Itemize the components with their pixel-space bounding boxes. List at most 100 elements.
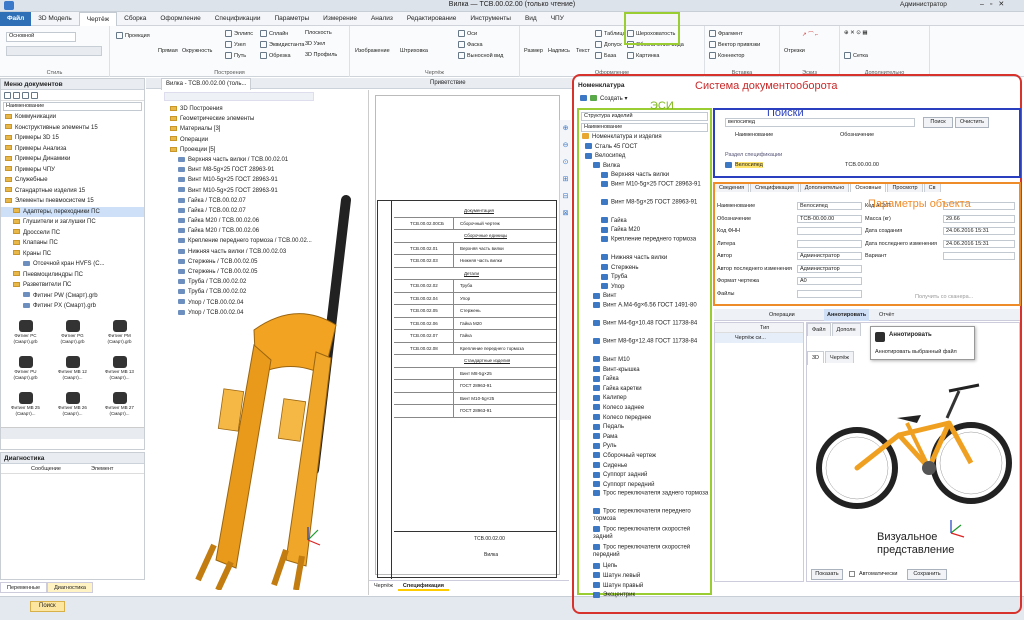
nomenclature-item[interactable]: Колесо переднее: [579, 414, 710, 424]
tab-drawing[interactable]: Чертёж: [369, 581, 398, 591]
fitting-item[interactable]: Фитинг MB 27 (Смарт)...: [97, 391, 142, 425]
docs-tree-item[interactable]: Коммуникации: [1, 112, 144, 123]
nomenclature-item[interactable]: Суппорт задний: [579, 471, 710, 481]
plane-tool[interactable]: Плоскость: [305, 30, 332, 36]
fitting-item[interactable]: Фитинг MB 13 (Смарт)...: [97, 355, 142, 389]
docs-tree-item[interactable]: Разветвители ПС: [1, 280, 144, 291]
menu-item[interactable]: 3D Модель: [31, 12, 78, 26]
property-value[interactable]: Администратор: [797, 264, 862, 273]
sketch-tools[interactable]: ↗ ⌒ ⌐: [802, 30, 818, 38]
spline-tool[interactable]: Сплайн: [260, 30, 288, 37]
structure-select[interactable]: Структура изделий: [581, 112, 708, 121]
docs-tree-item[interactable]: Конструктивные элементы 15: [1, 123, 144, 134]
path-tool[interactable]: Путь: [225, 52, 246, 59]
ellipse-tool[interactable]: Эллипс: [225, 30, 253, 37]
nomenclature-root[interactable]: Номенклатура и изделия: [579, 132, 710, 143]
docs-tree-item[interactable]: Примеры Анализа: [1, 144, 144, 155]
vector-tool[interactable]: Вектор привязки: [709, 41, 760, 48]
menu-item[interactable]: Спецификации: [208, 12, 268, 26]
nomenclature-item[interactable]: Винт М10-5g×25 ГОСТ 28963-91: [579, 180, 710, 199]
menu-item[interactable]: Инструменты: [463, 12, 518, 26]
docs-tree-item[interactable]: Примеры Динамики: [1, 154, 144, 165]
hatch-tool[interactable]: Штриховка: [400, 48, 428, 54]
property-value[interactable]: 29.66: [943, 214, 1015, 223]
profile3d-tool[interactable]: 3D Профиль: [305, 52, 337, 58]
menu-item[interactable]: Оформление: [153, 12, 207, 26]
property-value[interactable]: Велосипед: [797, 202, 862, 211]
fitting-item[interactable]: Фитинг MB 12 (Смарт)...: [50, 355, 95, 389]
fitting-item[interactable]: Фитинг MB 26 (Смарт)...: [50, 391, 95, 425]
bicycle-3d-view[interactable]: [809, 363, 1017, 559]
menu-item[interactable]: Файл: [0, 11, 32, 26]
nomenclature-item[interactable]: Руль: [579, 442, 710, 452]
show-button[interactable]: Показать: [811, 569, 843, 580]
nomenclature-item[interactable]: Шатун правый: [579, 581, 710, 592]
tab-extra[interactable]: Дополн: [831, 323, 861, 336]
nomenclature-item[interactable]: Сиденье: [579, 461, 710, 472]
docs-tree-item[interactable]: Пневмоцилиндры ПС: [1, 270, 144, 281]
grid-tool[interactable]: Сетка: [844, 52, 868, 59]
docs-tree-item[interactable]: Служебные: [1, 175, 144, 186]
image-tool[interactable]: Изображение: [355, 48, 390, 54]
drawing-view[interactable]: Документация ТСВ.00.02.00СБ Сборочный черт…: [368, 90, 571, 595]
style-tools[interactable]: [6, 46, 102, 56]
window-controls[interactable]: –▫✕: [980, 0, 1020, 8]
sections-tool[interactable]: Отрезки: [784, 48, 805, 54]
menu-item[interactable]: Измерение: [316, 12, 364, 26]
chamfer-tool[interactable]: Фаска: [458, 41, 483, 48]
doc-tab-welcome[interactable]: Приветствие: [426, 78, 470, 89]
docs-tree-item[interactable]: Примеры ЧПУ: [1, 165, 144, 176]
menu-item[interactable]: ЧПУ: [544, 12, 571, 26]
attachment-row[interactable]: Чертёж си...: [715, 333, 803, 343]
docs-tree-item[interactable]: Примеры 3D 15: [1, 133, 144, 144]
menu-item[interactable]: Чертёж: [78, 11, 118, 26]
nomenclature-item[interactable]: Нижняя часть вилки: [579, 254, 710, 264]
nomenclature-item[interactable]: Труба: [579, 273, 710, 283]
files-scanner-link[interactable]: Получить со сканера...: [915, 294, 973, 300]
nomenclature-column-header[interactable]: Наименование: [581, 123, 708, 132]
operations-button[interactable]: Операции: [769, 309, 795, 321]
search-input[interactable]: велосипед: [725, 118, 915, 127]
fork-3d-model[interactable]: [146, 90, 368, 590]
nomenclature-item[interactable]: Трос переключателя скоростей задний: [579, 526, 710, 544]
size-tool[interactable]: Размер: [524, 48, 543, 54]
property-value[interactable]: ТСВ-00.00.00: [797, 214, 862, 223]
base-tool[interactable]: База: [595, 52, 616, 59]
save-button[interactable]: Сохранить: [907, 569, 947, 580]
nomenclature-item[interactable]: Суппорт передний: [579, 481, 710, 491]
nomenclature-item[interactable]: Винт М4-6g×10.48 ГОСТ 11738-84: [579, 320, 710, 338]
axes-tool[interactable]: Оси: [458, 30, 477, 37]
node3d-tool[interactable]: 3D Узел: [305, 41, 325, 47]
docs-column-header[interactable]: Наименование: [3, 102, 142, 111]
menu-item[interactable]: Редактирование: [400, 12, 464, 26]
fitting-item[interactable]: Фитинг MB 25 (Смарт)...: [3, 391, 48, 425]
extra-tools[interactable]: ⊕ ✕ ⊙ ▦: [844, 30, 868, 36]
property-value[interactable]: [797, 289, 862, 298]
nomenclature-item[interactable]: Винт: [579, 292, 710, 302]
tab-specification[interactable]: Спецификация: [397, 581, 450, 591]
nomenclature-item[interactable]: Педаль: [579, 423, 710, 433]
docs-tree-item[interactable]: Элементы пневмосистем 15: [1, 196, 144, 207]
clear-button[interactable]: Очистить: [955, 117, 989, 128]
tolerance-tool[interactable]: Допуск: [595, 41, 622, 48]
menu-item[interactable]: Сборка: [117, 12, 153, 26]
docs-tree-item[interactable]: Фитинг PX (Смарт).grb: [1, 301, 144, 312]
docs-bottom-toolbar[interactable]: [1, 427, 144, 439]
circle-tool[interactable]: Окружность: [182, 48, 212, 54]
fitting-item[interactable]: Фитинг PM (Смарт).grb: [97, 319, 142, 353]
property-value[interactable]: 24.06.2016 15:31: [943, 239, 1015, 248]
property-value[interactable]: А0: [797, 277, 862, 286]
nomenclature-item[interactable]: Вилка: [579, 162, 710, 172]
label-tool[interactable]: Надпись: [548, 48, 570, 54]
nomenclature-item[interactable]: Колесо заднее: [579, 404, 710, 414]
tab-variables[interactable]: Переменные: [0, 582, 48, 593]
menu-item[interactable]: Параметры: [267, 12, 316, 26]
report-button[interactable]: Отчёт: [879, 309, 894, 321]
annotate-button[interactable]: Аннотировать: [824, 309, 870, 321]
create-button[interactable]: Создать: [600, 96, 623, 102]
nomenclature-item[interactable]: Шатун левый: [579, 572, 710, 582]
search-button[interactable]: Поиск: [923, 117, 953, 128]
tab-diagnostics[interactable]: Диагностика: [47, 582, 93, 593]
nomenclature-item[interactable]: Винт-крышка: [579, 366, 710, 376]
text-tool[interactable]: Текст: [576, 48, 590, 54]
